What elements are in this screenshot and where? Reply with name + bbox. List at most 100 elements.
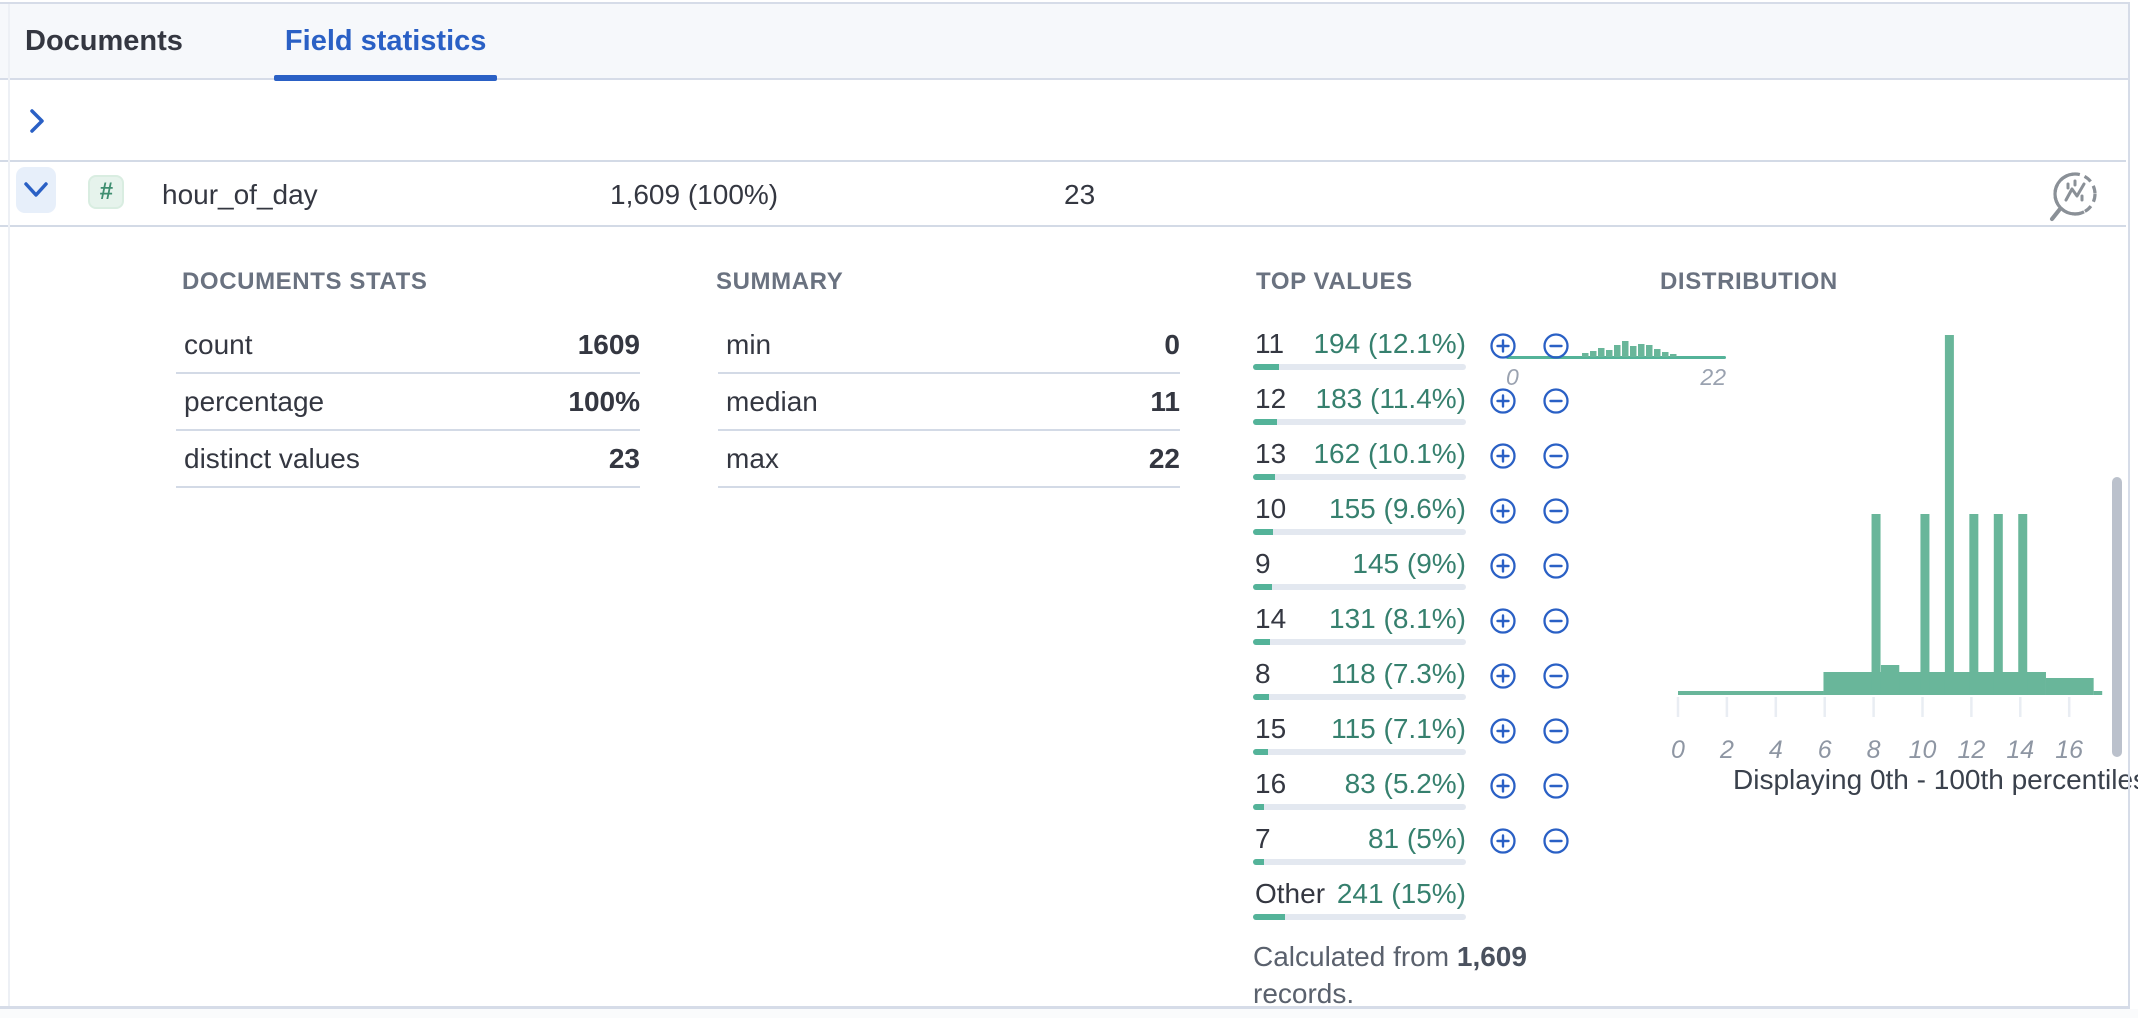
top-value-count: 155 (9.6%) — [1253, 493, 1466, 525]
explore-field-action-icon[interactable] — [2046, 170, 2102, 237]
top-value-row: 11194 (12.1%) — [1253, 322, 1593, 377]
field-statistics-screen: Documents Field statistics Type Name ↑ D… — [0, 0, 2138, 1018]
top-value-progress-fill — [1253, 859, 1264, 865]
chevron-down-icon — [23, 181, 49, 199]
stat-label: distinct values — [176, 443, 360, 475]
filter-out-value-button[interactable] — [1542, 552, 1570, 580]
sparkline-bar — [1598, 348, 1605, 357]
stat-label: median — [718, 386, 818, 418]
number-type-token: # — [88, 175, 124, 209]
sparkline-bar — [1614, 345, 1621, 357]
distribution-base-bar — [1823, 672, 2045, 695]
distribution-spike-bar — [1994, 514, 2003, 695]
top-values-list: 11194 (12.1%)12183 (11.4%)13162 (10.1%)1… — [1253, 322, 1593, 1012]
top-value-row: 14131 (8.1%) — [1253, 597, 1593, 652]
axis-tick-label: 12 — [1957, 736, 1985, 764]
top-value-row: 12183 (11.4%) — [1253, 377, 1593, 432]
top-value-progress-track — [1253, 914, 1466, 920]
top-value-count: 131 (8.1%) — [1253, 603, 1466, 635]
distribution-spike-bar — [1872, 514, 1881, 695]
top-value-row: 9145 (9%) — [1253, 542, 1593, 597]
filter-for-value-button[interactable] — [1489, 442, 1517, 470]
top-value-progress-fill — [1253, 804, 1264, 810]
filter-out-value-button[interactable] — [1542, 442, 1570, 470]
top-value-row: 1683 (5.2%) — [1253, 762, 1593, 817]
stat-label: max — [718, 443, 779, 475]
distribution-spike-bar — [2018, 514, 2027, 695]
stat-value: 0 — [1164, 329, 1180, 361]
top-value-progress-fill — [1253, 914, 1285, 920]
sparkline-bar — [1622, 341, 1629, 357]
top-value-progress-track — [1253, 859, 1466, 865]
top-value-row: 10155 (9.6%) — [1253, 487, 1593, 542]
stat-label: percentage — [176, 386, 324, 418]
tab-field-statistics-label: Field statistics — [285, 25, 486, 58]
top-value-progress-fill — [1253, 584, 1272, 590]
filter-for-value-button[interactable] — [1489, 607, 1517, 635]
filter-out-value-button[interactable] — [1542, 497, 1570, 525]
filter-for-value-button[interactable] — [1489, 827, 1517, 855]
distribution-caption: Displaying 0th - 100th percentiles — [1733, 764, 2138, 796]
top-values-title: TOP VALUES — [1256, 268, 1413, 296]
filter-for-value-button[interactable] — [1489, 552, 1517, 580]
filter-out-value-button[interactable] — [1542, 387, 1570, 415]
filter-for-value-button[interactable] — [1489, 717, 1517, 745]
top-value-progress-track — [1253, 584, 1466, 590]
panel-left-border — [8, 4, 10, 1006]
axis-tick-label: 0 — [1671, 736, 1685, 764]
axis-tick-label: 2 — [1719, 736, 1734, 764]
top-value-progress-track — [1253, 474, 1466, 480]
calculated-from-note: Calculated from 1,609 records. — [1253, 938, 1593, 1012]
top-value-row: Other241 (15%) — [1253, 872, 1593, 924]
top-value-progress-fill — [1253, 529, 1273, 535]
filter-out-value-button[interactable] — [1542, 827, 1570, 855]
top-value-count: 81 (5%) — [1253, 823, 1466, 855]
top-value-row: 15115 (7.1%) — [1253, 707, 1593, 762]
tab-bar: Documents Field statistics — [0, 4, 2128, 80]
filter-for-value-button[interactable] — [1489, 497, 1517, 525]
distribution-title: DISTRIBUTION — [1660, 268, 1838, 296]
top-value-progress-fill — [1253, 639, 1270, 645]
top-value-count: 183 (11.4%) — [1253, 383, 1466, 415]
distribution-spike-bar — [1945, 335, 1954, 695]
table-header-row: Type Name ↑ Documents (%) ? Distinct val… — [0, 82, 2126, 162]
page-bottom-strip — [0, 1009, 2138, 1018]
top-value-progress-fill — [1253, 419, 1277, 425]
documents-stats-row: count1609 — [176, 317, 640, 374]
filter-for-value-button[interactable] — [1489, 332, 1517, 360]
filter-out-value-button[interactable] — [1542, 717, 1570, 745]
filter-out-value-button[interactable] — [1542, 662, 1570, 690]
axis-tick-label: 10 — [1909, 736, 1937, 764]
top-value-row: 781 (5%) — [1253, 817, 1593, 872]
filter-for-value-button[interactable] — [1489, 772, 1517, 800]
top-value-progress-track — [1253, 639, 1466, 645]
tab-documents[interactable]: Documents — [14, 3, 194, 79]
expand-all-chevron-icon[interactable] — [24, 106, 50, 136]
stat-value: 11 — [1150, 386, 1180, 418]
top-value-count: 115 (7.1%) — [1253, 713, 1466, 745]
field-distinct-values: 23 — [1064, 179, 1095, 211]
filter-out-value-button[interactable] — [1542, 332, 1570, 360]
field-name: hour_of_day — [162, 179, 318, 211]
summary-table: min0median11max22 — [718, 317, 1180, 488]
filter-out-value-button[interactable] — [1542, 607, 1570, 635]
documents-stats-table: count1609percentage100%distinct values23 — [176, 317, 640, 488]
filter-for-value-button[interactable] — [1489, 662, 1517, 690]
tab-documents-label: Documents — [25, 25, 183, 58]
distribution-spike-bar — [1969, 514, 1978, 695]
distribution-base-bar — [2046, 678, 2094, 695]
axis-tick-label: 14 — [2006, 736, 2034, 764]
axis-tick-label: 6 — [1818, 736, 1832, 764]
filter-for-value-button[interactable] — [1489, 387, 1517, 415]
documents-stats-row: distinct values23 — [176, 431, 640, 488]
distribution-base-bar — [2094, 691, 2103, 695]
top-value-count: 241 (15%) — [1253, 878, 1466, 910]
collapse-row-button[interactable] — [16, 167, 56, 213]
vertical-scrollbar[interactable] — [2112, 477, 2122, 757]
tab-field-statistics[interactable]: Field statistics — [274, 3, 497, 79]
filter-out-value-button[interactable] — [1542, 772, 1570, 800]
field-row-hour-of-day: # hour_of_day 1,609 (100%) 23 022 — [0, 162, 2126, 227]
documents-stats-title: DOCUMENTS STATS — [182, 268, 427, 296]
distribution-spike-bar — [1920, 514, 1929, 695]
field-documents-value: 1,609 (100%) — [610, 179, 778, 211]
